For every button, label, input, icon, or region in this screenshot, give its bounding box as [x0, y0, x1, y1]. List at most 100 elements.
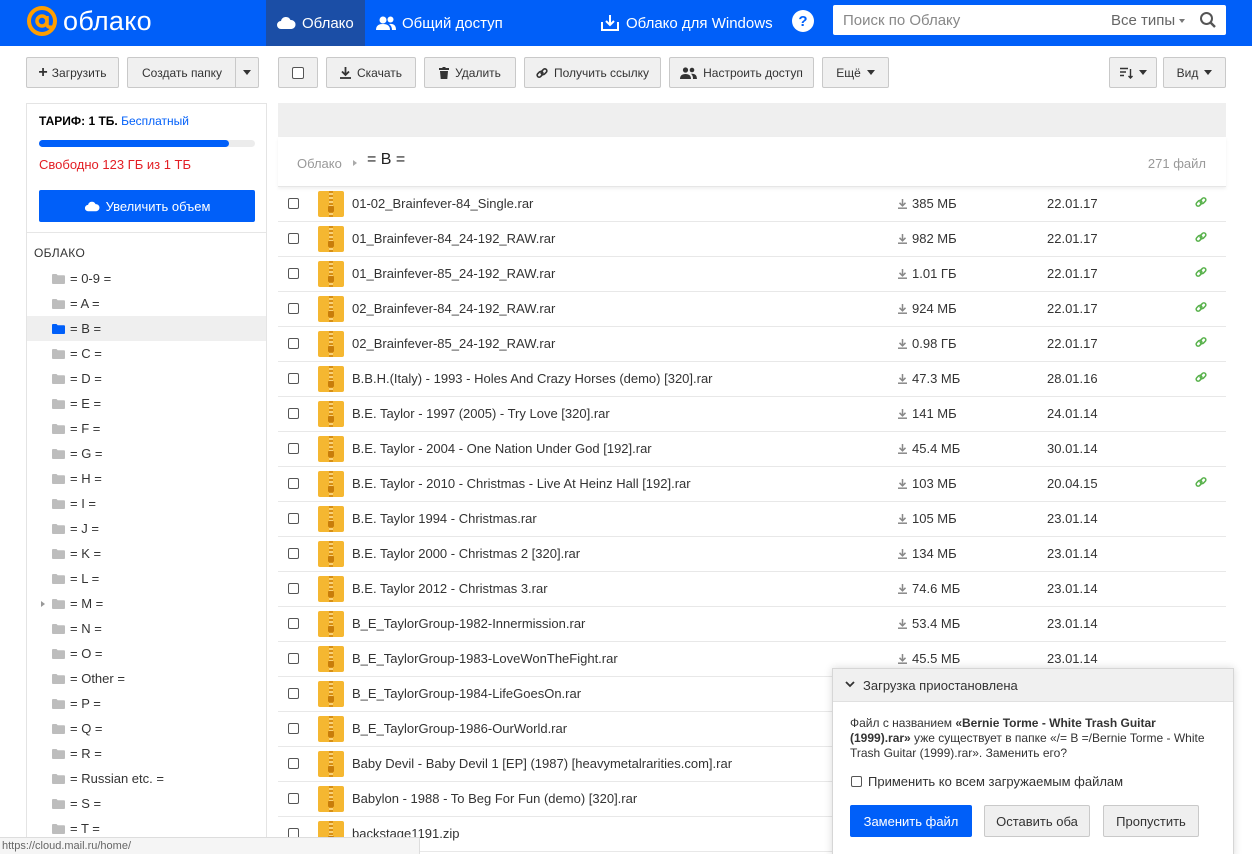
nav-cloud-for-windows[interactable]: Облако для Windows — [590, 0, 783, 46]
file-name[interactable]: 02_Brainfever-84_24-192_RAW.rar — [352, 301, 555, 316]
download-icon[interactable] — [898, 584, 907, 594]
folder-tree-item[interactable]: = Other = — [27, 666, 266, 691]
folder-tree-item[interactable]: = 0-9 = — [27, 266, 266, 291]
download-icon[interactable] — [898, 234, 907, 244]
file-name[interactable]: B_E_TaylorGroup-1982-Innermission.rar — [352, 616, 585, 631]
row-checkbox[interactable] — [288, 268, 299, 279]
replace-file-button[interactable]: Заменить файл — [850, 805, 972, 837]
download-icon[interactable] — [898, 409, 907, 419]
folder-tree-item[interactable]: = E = — [27, 391, 266, 416]
apply-to-all-checkbox[interactable]: Применить ко всем загружаемым файлам — [851, 774, 1123, 789]
dialog-header[interactable]: Загрузка приостановлена — [833, 669, 1233, 702]
file-name[interactable]: 01-02_Brainfever-84_Single.rar — [352, 196, 533, 211]
shared-link-icon[interactable] — [1195, 266, 1207, 278]
keep-both-button[interactable]: Оставить оба — [984, 805, 1090, 837]
folder-tree-item[interactable]: = R = — [27, 741, 266, 766]
nav-shared-access[interactable]: Общий доступ — [366, 0, 513, 46]
create-folder-button[interactable]: Создать папку — [127, 57, 236, 88]
shared-link-icon[interactable] — [1195, 231, 1207, 243]
download-icon[interactable] — [898, 549, 907, 559]
row-checkbox[interactable] — [288, 233, 299, 244]
file-name[interactable]: B.E. Taylor - 1997 (2005) - Try Love [32… — [352, 406, 610, 421]
download-icon[interactable] — [898, 269, 907, 279]
file-row[interactable]: B.E. Taylor - 2010 - Christmas - Live At… — [278, 467, 1226, 502]
file-name[interactable]: B.E. Taylor 2000 - Christmas 2 [320].rar — [352, 546, 580, 561]
shared-link-icon[interactable] — [1195, 301, 1207, 313]
file-name[interactable]: B.E. Taylor 2012 - Christmas 3.rar — [352, 581, 548, 596]
row-checkbox[interactable] — [288, 443, 299, 454]
folder-tree-item[interactable]: = J = — [27, 516, 266, 541]
folder-tree-item[interactable]: = H = — [27, 466, 266, 491]
folder-tree-item[interactable]: = Russian etc. = — [27, 766, 266, 791]
shared-link-icon[interactable] — [1195, 476, 1207, 488]
download-icon[interactable] — [898, 444, 907, 454]
file-name[interactable]: 01_Brainfever-84_24-192_RAW.rar — [352, 231, 555, 246]
file-name[interactable]: B.E. Taylor - 2010 - Christmas - Live At… — [352, 476, 691, 491]
search-type-dropdown[interactable]: Все типы — [1111, 12, 1186, 29]
file-name[interactable]: 01_Brainfever-85_24-192_RAW.rar — [352, 266, 555, 281]
folder-tree-item[interactable]: = B = — [27, 316, 266, 341]
select-all-checkbox[interactable] — [278, 57, 318, 88]
download-button[interactable]: Скачать — [326, 57, 416, 88]
download-icon[interactable] — [898, 374, 907, 384]
row-checkbox[interactable] — [288, 198, 299, 209]
logo[interactable]: облако — [26, 3, 152, 39]
row-checkbox[interactable] — [288, 303, 299, 314]
expand-arrow-icon[interactable] — [41, 601, 45, 607]
download-icon[interactable] — [898, 339, 907, 349]
row-checkbox[interactable] — [288, 548, 299, 559]
get-link-button[interactable]: Получить ссылку — [524, 57, 661, 88]
folder-tree-item[interactable]: = D = — [27, 366, 266, 391]
search-icon[interactable] — [1199, 11, 1217, 29]
row-checkbox[interactable] — [288, 373, 299, 384]
file-row[interactable]: 01_Brainfever-85_24-192_RAW.rar 1.01 ГБ 22… — [278, 257, 1226, 292]
row-checkbox[interactable] — [288, 688, 299, 699]
file-name[interactable]: B_E_TaylorGroup-1984-LifeGoesOn.rar — [352, 686, 581, 701]
folder-tree-item[interactable]: = Q = — [27, 716, 266, 741]
file-row[interactable]: B.E. Taylor 1994 - Christmas.rar 105 МБ 23… — [278, 502, 1226, 537]
download-icon[interactable] — [898, 654, 907, 664]
folder-tree-item[interactable]: = K = — [27, 541, 266, 566]
file-row[interactable]: B.E. Taylor - 2004 - One Nation Under Go… — [278, 432, 1226, 467]
file-row[interactable]: 02_Brainfever-85_24-192_RAW.rar 0.98 ГБ 22… — [278, 327, 1226, 362]
help-icon[interactable]: ? — [792, 10, 814, 32]
file-row[interactable]: B.B.H.(Italy) - 1993 - Holes And Crazy H… — [278, 362, 1226, 397]
breadcrumb-root-link[interactable]: Облако — [297, 156, 342, 171]
folder-tree-item[interactable]: = F = — [27, 416, 266, 441]
file-name[interactable]: Baby Devil - Baby Devil 1 [EP] (1987) [h… — [352, 756, 732, 771]
download-icon[interactable] — [898, 479, 907, 489]
nav-cloud[interactable]: Облако — [266, 0, 365, 46]
file-name[interactable]: B_E_TaylorGroup-1983-LoveWonTheFight.rar — [352, 651, 618, 666]
file-row[interactable]: 01-02_Brainfever-84_Single.rar 385 МБ 22.0… — [278, 187, 1226, 222]
row-checkbox[interactable] — [288, 338, 299, 349]
row-checkbox[interactable] — [288, 653, 299, 664]
shared-link-icon[interactable] — [1195, 336, 1207, 348]
folder-tree-item[interactable]: = C = — [27, 341, 266, 366]
shared-link-icon[interactable] — [1195, 371, 1207, 383]
folder-tree-item[interactable]: = G = — [27, 441, 266, 466]
share-access-button[interactable]: Настроить доступ — [669, 57, 814, 88]
more-button[interactable]: Ещё — [822, 57, 889, 88]
file-row[interactable]: B_E_TaylorGroup-1982-Innermission.rar 53.… — [278, 607, 1226, 642]
file-name[interactable]: B.E. Taylor - 2004 - One Nation Under Go… — [352, 441, 652, 456]
row-checkbox[interactable] — [288, 583, 299, 594]
view-button[interactable]: Вид — [1163, 57, 1226, 88]
search-input[interactable] — [843, 5, 1093, 35]
download-icon[interactable] — [898, 619, 907, 629]
folder-tree-item[interactable]: = I = — [27, 491, 266, 516]
row-checkbox[interactable] — [288, 793, 299, 804]
folder-tree-item[interactable]: = N = — [27, 616, 266, 641]
row-checkbox[interactable] — [288, 618, 299, 629]
row-checkbox[interactable] — [288, 478, 299, 489]
chevron-down-icon[interactable] — [845, 681, 855, 688]
folder-tree-item[interactable]: = L = — [27, 566, 266, 591]
tariff-plan-link[interactable]: Бесплатный — [121, 114, 189, 128]
file-row[interactable]: 01_Brainfever-84_24-192_RAW.rar 982 МБ 22.… — [278, 222, 1226, 257]
download-icon[interactable] — [898, 304, 907, 314]
skip-button[interactable]: Пропустить — [1103, 805, 1199, 837]
file-name[interactable]: B.B.H.(Italy) - 1993 - Holes And Crazy H… — [352, 371, 713, 386]
folder-tree-item[interactable]: = A = — [27, 291, 266, 316]
file-name[interactable]: B_E_TaylorGroup-1986-OurWorld.rar — [352, 721, 567, 736]
folder-tree-item[interactable]: = O = — [27, 641, 266, 666]
row-checkbox[interactable] — [288, 513, 299, 524]
